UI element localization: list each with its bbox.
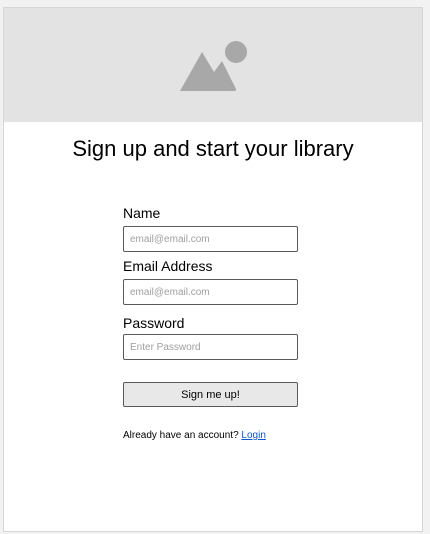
image-placeholder-icon: [179, 41, 247, 91]
password-label: Password: [123, 315, 185, 331]
signup-card: Sign up and start your library Name Emai…: [3, 7, 423, 532]
page-title: Sign up and start your library: [72, 136, 354, 161]
name-label: Name: [123, 205, 161, 221]
sign-up-button[interactable]: Sign me up!: [123, 382, 298, 407]
login-prompt-text: Already have an account?: [123, 430, 239, 441]
login-prompt: Already have an account? Login: [123, 430, 343, 441]
email-input[interactable]: [123, 279, 298, 305]
name-input[interactable]: [123, 226, 298, 252]
hero-banner: [4, 8, 422, 122]
email-label: Email Address: [123, 258, 213, 274]
login-link[interactable]: Login: [241, 430, 265, 441]
password-input[interactable]: [123, 334, 298, 360]
